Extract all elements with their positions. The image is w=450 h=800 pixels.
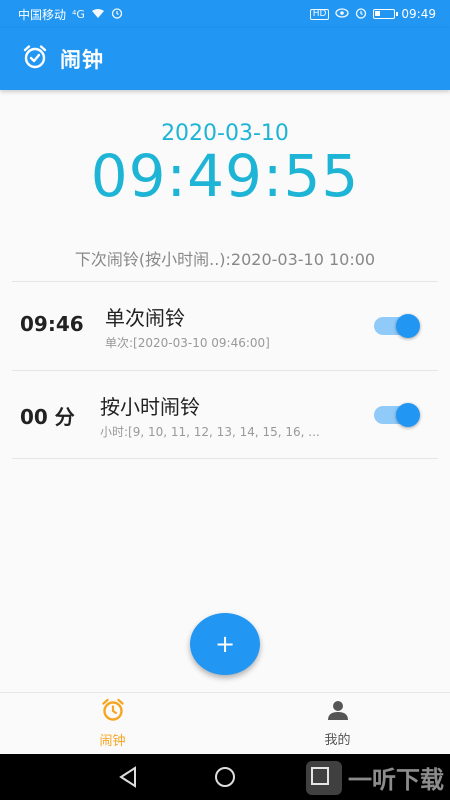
next-alarm-text: 下次闹铃(按小时闹..):2020-03-10 10:00 [74,250,376,269]
alarm-clock-icon [22,44,48,74]
alarm-row-hourly[interactable]: 00 分 按小时闹铃 小时:[9, 10, 11, 12, 13, 14, 15… [12,370,438,459]
status-left: 中国移动 ⁴G [18,6,123,23]
home-circle-icon[interactable] [214,766,236,792]
nav-label-alarm: 闹钟 [99,734,126,749]
alarm-subtitle: 小时:[9, 10, 11, 12, 13, 14, 15, 16, ... [100,425,320,439]
alarm-list: 09:46 单次闹铃 单次:[2020-03-10 09:46:00] 00 分… [12,281,438,459]
current-time: 09:49:55 [90,142,360,210]
alarm-subtitle: 单次:[2020-03-10 09:46:00] [105,336,270,350]
alarm-clock-status-icon [355,7,367,21]
nav-item-alarm[interactable]: 闹钟 [0,693,225,754]
system-nav-bar: 一听下载 [0,754,450,800]
alarm-title: 按小时闹铃 [100,395,200,419]
alarm-status-icon [111,7,123,21]
wifi-icon [91,8,105,21]
alarm-nav-icon [100,698,126,726]
watermark-text: 一听下载 [348,766,444,794]
toggle-knob [396,314,420,338]
alarm-row-single[interactable]: 09:46 单次闹铃 单次:[2020-03-10 09:46:00] [12,281,438,370]
hd-icon: HD [309,8,330,20]
toggle-knob [396,403,420,427]
signal-icon: ⁴G [72,7,85,21]
back-triangle-icon[interactable] [118,766,138,792]
watermark-logo-icon [306,760,342,795]
alarm-time: 00 分 [20,405,75,429]
carrier-name: 中国移动 [18,7,67,22]
eye-icon [335,8,350,20]
alarm-toggle-single[interactable] [374,314,420,338]
person-icon [327,699,349,725]
plus-icon: + [214,630,236,658]
status-right: HD 09:49 [309,7,436,21]
alarm-toggle-hourly[interactable] [374,403,420,427]
alarm-title: 单次闹铃 [105,306,185,330]
app-bar: 闹钟 [0,28,450,90]
alarm-time: 09:46 [20,312,84,336]
status-bar: 中国移动 ⁴G HD 09:49 [0,0,450,28]
battery-icon [373,9,399,19]
watermark: 一听下载 [306,760,444,795]
app-title: 闹钟 [60,48,104,72]
status-time: 09:49 [401,7,436,21]
nav-item-profile[interactable]: 我的 [225,693,450,754]
add-alarm-button[interactable]: + [190,613,260,675]
bottom-nav: 闹钟 我的 [0,692,450,754]
nav-label-profile: 我的 [324,733,351,748]
